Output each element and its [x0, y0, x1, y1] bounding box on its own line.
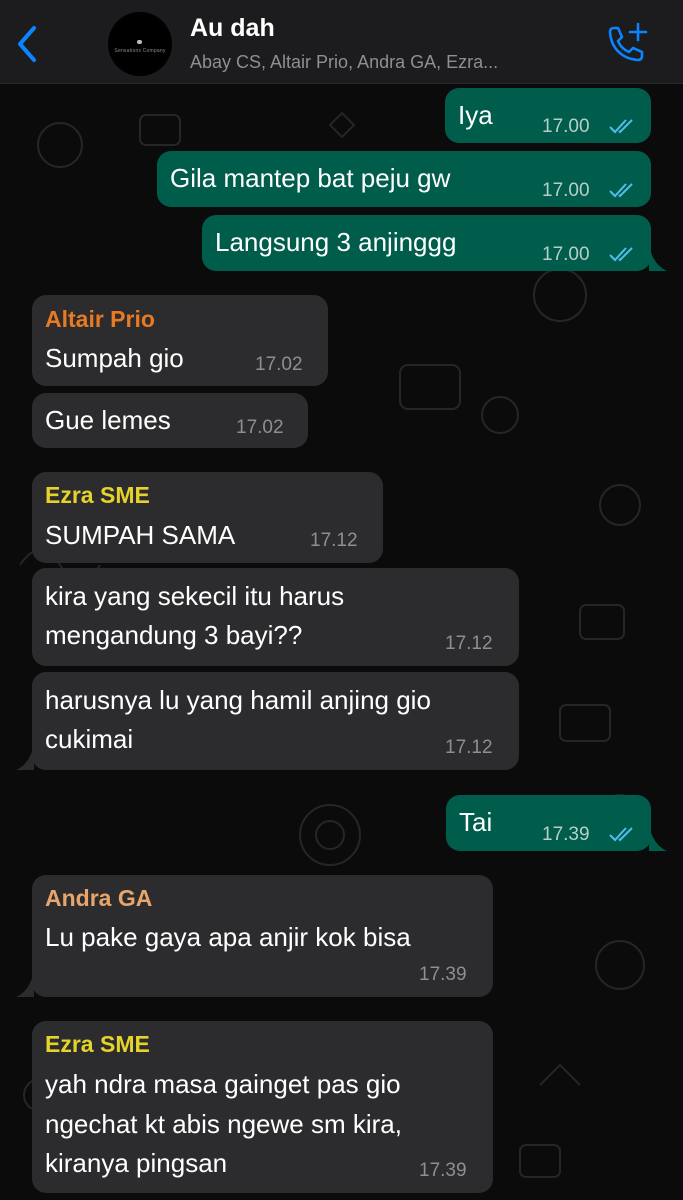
message-text: Tai [459, 807, 493, 837]
message-time: 17.39 [542, 824, 590, 845]
message-time: 17.39 [419, 964, 467, 985]
add-call-icon [608, 22, 648, 62]
incoming-message[interactable]: Ezra SME yah ndra masa gainget pas gio n… [32, 1021, 493, 1193]
read-receipt-icon [609, 183, 633, 198]
add-call-button[interactable] [601, 22, 651, 66]
message-text: SUMPAH SAMA [45, 520, 236, 550]
message-text-line: ngechat kt abis ngewe sm kira, [45, 1109, 402, 1139]
group-title[interactable]: Au dah [190, 14, 275, 43]
sender-name[interactable]: Ezra SME [45, 1031, 150, 1058]
message-text-line: kira yang sekecil itu harus [45, 581, 345, 611]
outgoing-message[interactable]: Iya 17.00 [445, 88, 651, 143]
incoming-message[interactable]: kira yang sekecil itu harus mengandung 3… [32, 568, 519, 666]
bubble-tail [649, 825, 667, 851]
message-time: 17.00 [542, 116, 590, 137]
message-time: 17.39 [419, 1160, 467, 1181]
incoming-message[interactable]: Altair Prio Sumpah gio 17.02 [32, 295, 328, 386]
message-text-line: mengandung 3 bayi?? [45, 620, 303, 650]
bubble-tail [649, 245, 667, 271]
message-text: Sumpah gio [45, 343, 184, 373]
message-text-line: cukimai [45, 724, 134, 754]
incoming-message[interactable]: harusnya lu yang hamil anjing gio cukima… [32, 672, 519, 770]
read-receipt-icon [609, 247, 633, 262]
outgoing-message[interactable]: Gila mantep bat peju gw 17.00 [157, 151, 651, 207]
message-list[interactable]: Iya 17.00 Gila mantep bat peju gw 17.00 … [0, 85, 683, 1200]
message-time: 17.00 [542, 180, 590, 201]
group-avatar[interactable]: Sensations Company [108, 12, 172, 76]
message-text: Langsung 3 anjinggg [215, 227, 457, 257]
message-text: Gue lemes [45, 405, 171, 435]
chevron-left-icon [18, 26, 36, 62]
message-text-line: harusnya lu yang hamil anjing gio [45, 685, 431, 715]
read-receipt-icon [609, 827, 633, 842]
bubble-tail [16, 744, 34, 770]
message-text: Lu pake gaya apa anjir kok bisa [45, 922, 411, 952]
message-time: 17.12 [310, 530, 358, 551]
message-time: 17.12 [445, 737, 493, 758]
incoming-message[interactable]: Ezra SME SUMPAH SAMA 17.12 [32, 472, 383, 563]
group-members[interactable]: Abay CS, Altair Prio, Andra GA, Ezra... [190, 52, 590, 73]
incoming-message[interactable]: Gue lemes 17.02 [32, 393, 308, 448]
read-receipt-icon [609, 119, 633, 134]
sender-name[interactable]: Andra GA [45, 885, 152, 912]
message-time: 17.02 [236, 417, 284, 438]
message-text-line: kiranya pingsan [45, 1148, 228, 1178]
message-text-line: yah ndra masa gainget pas gio [45, 1069, 401, 1099]
outgoing-message[interactable]: Langsung 3 anjinggg 17.00 [202, 215, 651, 271]
bubble-tail [16, 971, 34, 997]
sender-name[interactable]: Altair Prio [45, 306, 155, 333]
outgoing-message[interactable]: Tai 17.39 [446, 795, 651, 851]
message-text: Gila mantep bat peju gw [170, 163, 451, 193]
chat-header: Sensations Company Au dah Abay CS, Altai… [0, 0, 683, 84]
avatar-logo-text: Sensations Company [114, 48, 166, 54]
logo-mark [137, 40, 142, 44]
message-time: 17.00 [542, 244, 590, 265]
message-time: 17.12 [445, 633, 493, 654]
incoming-message[interactable]: Andra GA Lu pake gaya apa anjir kok bisa… [32, 875, 493, 997]
message-time: 17.02 [255, 354, 303, 375]
message-text: Iya [458, 100, 493, 130]
back-button[interactable] [12, 24, 44, 64]
sender-name[interactable]: Ezra SME [45, 482, 150, 509]
